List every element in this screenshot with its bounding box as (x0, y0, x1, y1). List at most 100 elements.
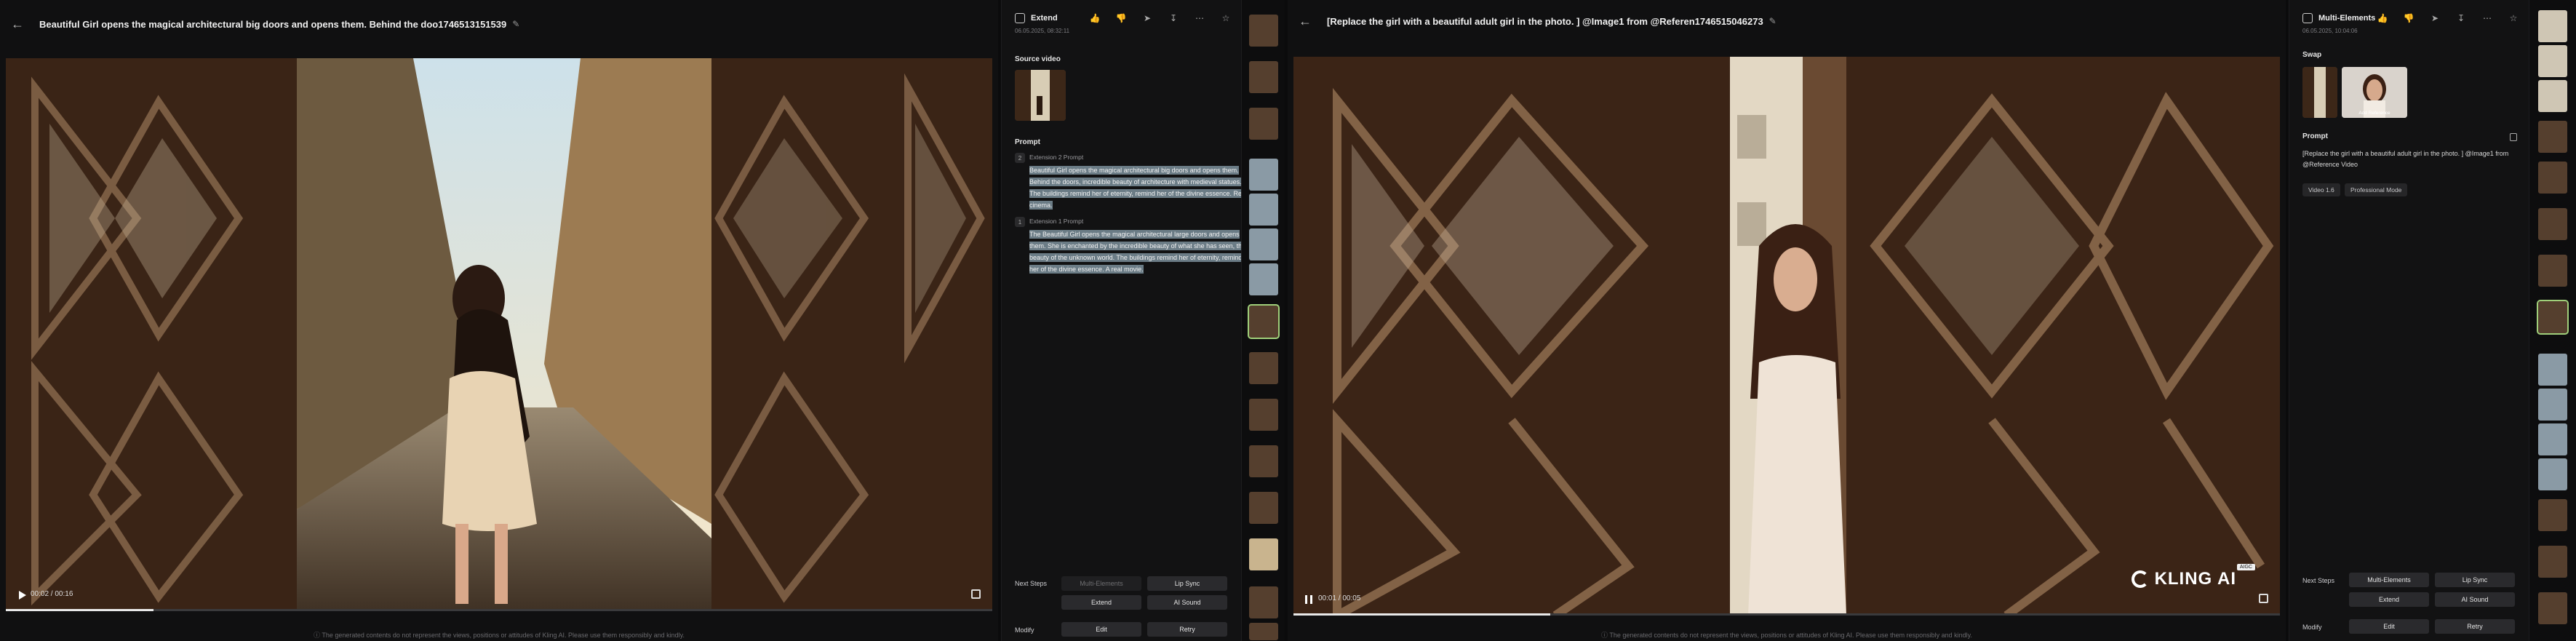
fullscreen-icon[interactable] (2259, 594, 2268, 603)
retry-button[interactable]: Retry (2435, 619, 2515, 634)
history-thumb-selected[interactable] (1248, 304, 1280, 339)
video-time: 00:01 / 00:05 (1318, 594, 1361, 602)
history-thumb-selected[interactable] (2537, 300, 2569, 335)
swap-source-thumb[interactable] (2302, 67, 2337, 118)
history-thumb[interactable] (1249, 108, 1278, 140)
video-controls: 00:02 / 00:16 (6, 582, 992, 611)
back-arrow-icon[interactable]: ← (9, 15, 26, 33)
left-details-panel: Extend 👍 👎 ➤ ↧ ⋯ ☆ 06.05.2025, 08:32:11 … (1001, 0, 1247, 641)
star-icon[interactable]: ☆ (2507, 13, 2520, 23)
ai-sound-button[interactable]: AI Sound (2435, 592, 2515, 607)
progress-bar[interactable] (1293, 613, 2280, 616)
action-icons: 👍 👎 ➤ ↧ ⋯ ☆ (2376, 13, 2520, 23)
history-thumb[interactable] (2538, 546, 2567, 578)
history-thumb[interactable] (1249, 61, 1278, 93)
history-thumb[interactable] (2538, 10, 2567, 42)
pause-icon[interactable] (1305, 595, 1312, 604)
lip-sync-button[interactable]: Lip Sync (1147, 576, 1227, 591)
video-frame[interactable]: KLING AI AIGC 00:01 / 00:05 (1293, 57, 2280, 616)
prompt-sublabel: Extension 1 Prompt (1029, 218, 1084, 225)
next-steps-label: Next Steps (1015, 580, 1048, 587)
lip-sync-button[interactable]: Lip Sync (2435, 573, 2515, 587)
mode-icon (2302, 13, 2313, 23)
history-thumb[interactable] (2538, 80, 2567, 112)
history-thumb[interactable] (1249, 538, 1278, 570)
edit-button[interactable]: Edit (2349, 619, 2429, 634)
ai-sound-button[interactable]: AI Sound (1147, 595, 1227, 610)
star-icon[interactable]: ☆ (1219, 13, 1232, 23)
video-frame[interactable]: 00:02 / 00:16 (6, 58, 992, 611)
modify-label: Modify (2302, 624, 2322, 631)
history-thumb[interactable] (2538, 162, 2567, 194)
history-thumb[interactable] (2538, 423, 2567, 455)
aigc-badge: AIGC (2236, 564, 2255, 570)
history-thumb[interactable] (2538, 354, 2567, 386)
model-version-tag: Video 1.6 (2302, 183, 2340, 196)
details-header: Multi-Elements 👍 👎 ➤ ↧ ⋯ ☆ (2302, 7, 2520, 29)
history-thumb[interactable] (1249, 15, 1278, 47)
left-video-panel: ← Beautiful Girl opens the magical archi… (0, 0, 998, 641)
history-thumb[interactable] (1249, 445, 1278, 477)
pencil-icon[interactable]: ✎ (1769, 16, 1777, 26)
history-thumb[interactable] (2538, 458, 2567, 490)
pencil-icon[interactable]: ✎ (512, 19, 519, 29)
history-thumb[interactable] (1249, 492, 1278, 524)
right-details-panel: Multi-Elements 👍 👎 ➤ ↧ ⋯ ☆ 06.05.2025, 1… (2289, 0, 2529, 641)
like-icon[interactable]: 👍 (2376, 13, 2389, 23)
like-icon[interactable]: 👍 (1088, 13, 1101, 23)
history-thumb[interactable] (2538, 208, 2567, 240)
history-thumb[interactable] (2538, 389, 2567, 421)
download-icon[interactable]: ↧ (2455, 13, 2468, 23)
dislike-icon[interactable]: 👎 (2402, 13, 2415, 23)
more-icon[interactable]: ⋯ (2481, 13, 2494, 23)
history-thumb[interactable] (1249, 352, 1278, 384)
swap-thumb-image (2302, 67, 2337, 118)
reference-image-thumb[interactable]: Add Reference (2342, 67, 2407, 118)
details-header: Extend 👍 👎 ➤ ↧ ⋯ ☆ (1015, 7, 1232, 29)
history-thumb[interactable] (2538, 255, 2567, 287)
prompt-text: The Beautiful Girl opens the magical arc… (1029, 228, 1248, 275)
multi-elements-button[interactable]: Multi-Elements (1061, 576, 1141, 591)
kling-logo-icon (2131, 570, 2149, 588)
edit-button[interactable]: Edit (1061, 622, 1141, 637)
extend-button[interactable]: Extend (2349, 592, 2429, 607)
fullscreen-icon[interactable] (971, 589, 981, 599)
history-thumb[interactable] (1249, 399, 1278, 431)
multi-elements-button[interactable]: Multi-Elements (2349, 573, 2429, 587)
prompt-text: Beautiful Girl opens the magical archite… (1029, 164, 1248, 211)
history-thumb[interactable] (2538, 45, 2567, 77)
history-thumb[interactable] (1249, 194, 1278, 226)
video-title: [Replace the girl with a beautiful adult… (1327, 15, 1763, 27)
history-thumb[interactable] (1249, 586, 1278, 618)
back-arrow-icon[interactable]: ← (1296, 12, 1314, 30)
left-history-strip (1241, 0, 1285, 641)
video-controls: 00:01 / 00:05 (1293, 586, 2280, 616)
download-icon[interactable]: ↧ (1167, 13, 1180, 23)
right-video-panel: ← [Replace the girl with a beautiful adu… (1288, 0, 2286, 641)
swap-label: Swap (2302, 51, 2322, 59)
mode-icon (1015, 13, 1025, 23)
dislike-icon[interactable]: 👎 (1114, 13, 1128, 23)
video-header: ← Beautiful Girl opens the magical archi… (0, 0, 998, 48)
prompt-text-content: Beautiful Girl opens the magical archite… (1029, 166, 1247, 210)
share-icon[interactable]: ➤ (2428, 13, 2441, 23)
retry-button[interactable]: Retry (1147, 622, 1227, 637)
history-thumb[interactable] (1249, 263, 1278, 295)
history-thumb[interactable] (2538, 121, 2567, 153)
progress-bar[interactable] (6, 609, 992, 611)
history-thumb[interactable] (1249, 623, 1278, 640)
mode-title: Multi-Elements (2318, 14, 2376, 23)
source-video-thumb[interactable] (1015, 70, 1066, 121)
more-icon[interactable]: ⋯ (1193, 13, 1206, 23)
history-thumb[interactable] (2538, 499, 2567, 531)
created-date: 06.05.2025, 08:32:11 (1015, 28, 1070, 34)
history-thumb[interactable] (1249, 159, 1278, 191)
extend-button[interactable]: Extend (1061, 595, 1141, 610)
prompt-index: 1 (1015, 217, 1025, 227)
copy-icon[interactable] (2510, 133, 2517, 141)
share-icon[interactable]: ➤ (1141, 13, 1154, 23)
history-thumb[interactable] (2538, 592, 2567, 624)
play-icon[interactable] (19, 591, 26, 600)
history-thumb[interactable] (1249, 228, 1278, 260)
mode-title: Extend (1031, 14, 1058, 23)
